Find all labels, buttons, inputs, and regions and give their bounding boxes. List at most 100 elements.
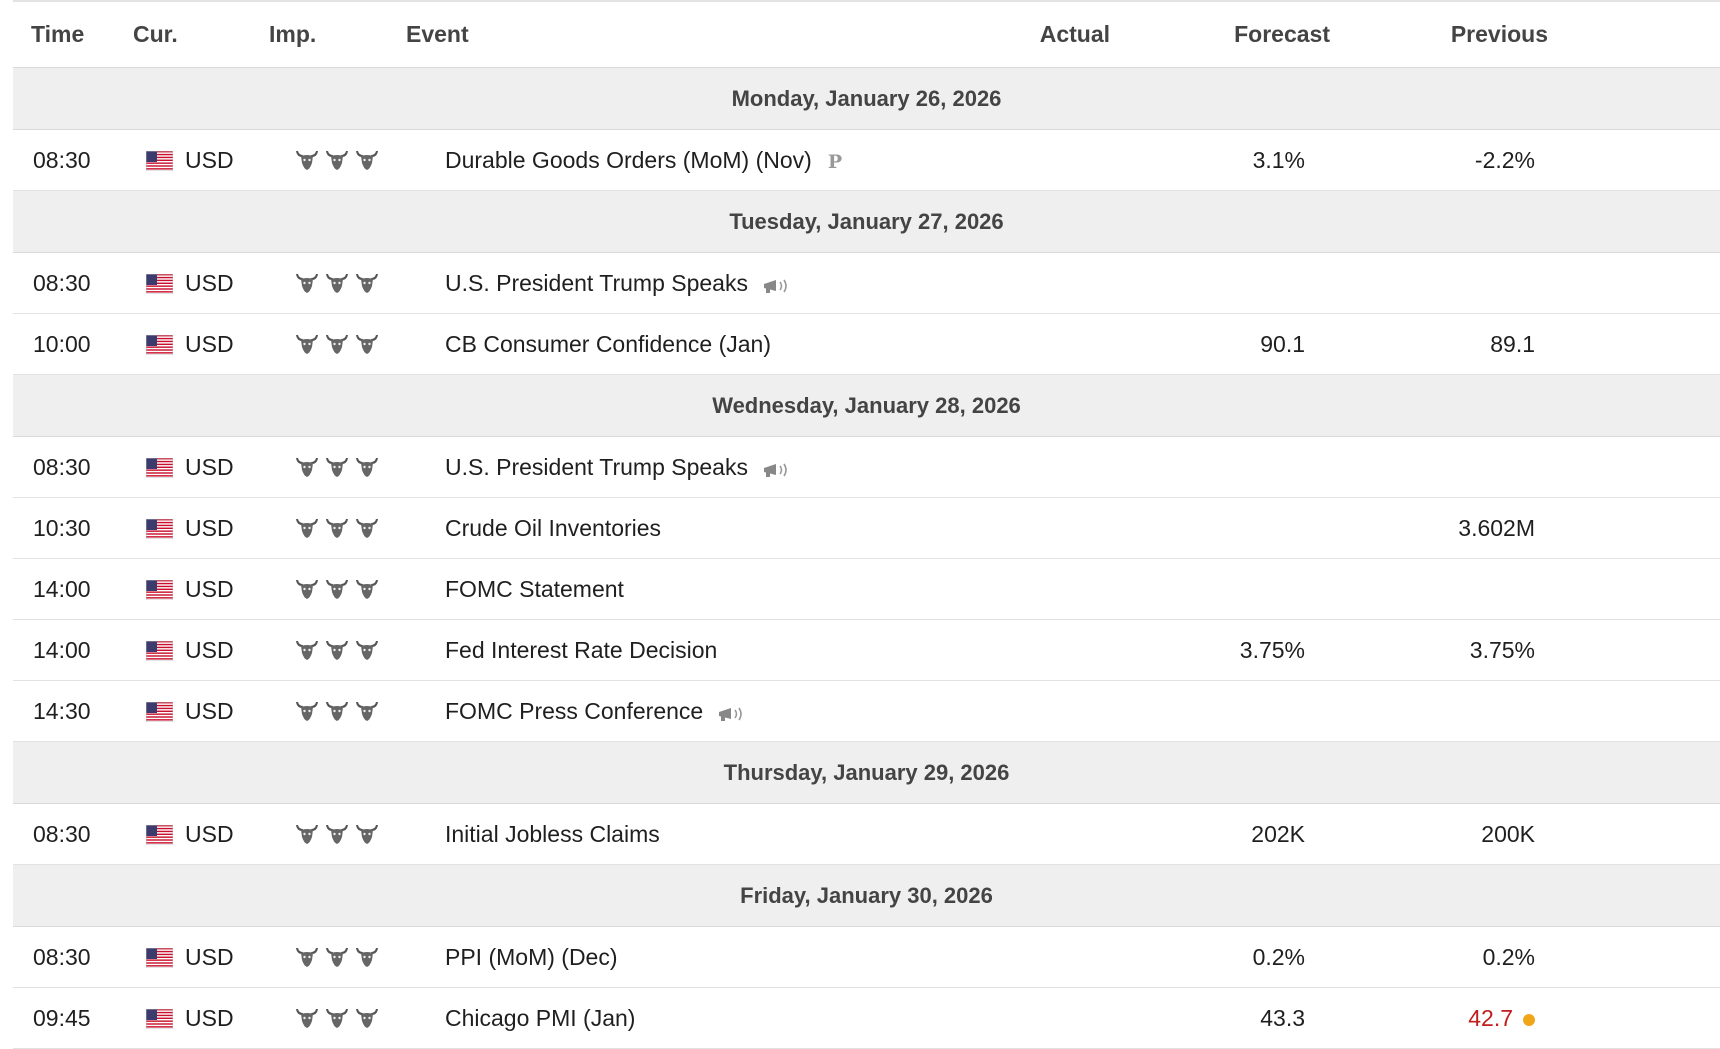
event-name[interactable]: Fed Interest Rate Decision [445, 637, 717, 663]
col-event-header[interactable]: Event [406, 21, 469, 48]
importance-rating [295, 804, 379, 845]
currency-code: USD [185, 944, 234, 970]
event-row[interactable]: 10:30 USD Crude Oil Inventories 3.602M [13, 498, 1720, 559]
col-previous-header[interactable]: Previous [1451, 21, 1548, 48]
event-previous-cell: 3.602M [1458, 498, 1535, 558]
event-name[interactable]: Durable Goods Orders (MoM) (Nov) [445, 147, 812, 173]
currency-code: USD [185, 454, 234, 480]
event-name-cell[interactable]: Chicago PMI (Jan) [445, 988, 635, 1048]
event-row[interactable]: 10:00 USD CB Consumer Confidence (Jan) 9… [13, 314, 1720, 375]
bull-icon [356, 580, 378, 599]
importance-rating [295, 681, 379, 722]
bull-icon [296, 641, 318, 660]
event-name[interactable]: Crude Oil Inventories [445, 515, 661, 541]
event-name[interactable]: Chicago PMI (Jan) [445, 1005, 635, 1031]
event-row[interactable]: 08:30 USD Initial Jobless Claims 202K 20… [13, 804, 1720, 865]
event-previous-cell: 0.2% [1483, 927, 1535, 987]
event-currency: USD [146, 804, 234, 864]
event-name-cell[interactable]: PPI (MoM) (Dec) [445, 927, 618, 987]
event-name[interactable]: FOMC Press Conference [445, 698, 703, 724]
importance-rating [295, 927, 379, 968]
bull-icon [326, 519, 348, 538]
us-flag-icon [146, 580, 173, 600]
bull-icon [296, 274, 318, 293]
col-importance-header[interactable]: Imp. [269, 21, 316, 48]
event-time: 10:00 [33, 331, 91, 357]
event-name-cell[interactable]: U.S. President Trump Speaks [445, 437, 794, 497]
bull-icon [356, 151, 378, 170]
event-row[interactable]: 14:00 USD FOMC Statement [13, 559, 1720, 620]
event-previous-cell: -2.2% [1475, 130, 1535, 190]
day-label: Thursday, January 29, 2026 [723, 760, 1010, 785]
event-time: 08:30 [33, 270, 91, 296]
currency-code: USD [185, 821, 234, 847]
event-name[interactable]: PPI (MoM) (Dec) [445, 944, 618, 970]
event-name[interactable]: U.S. President Trump Speaks [445, 270, 748, 296]
day-header: Friday, January 30, 2026 [13, 865, 1720, 927]
bull-icon [296, 948, 318, 967]
bull-icon [356, 519, 378, 538]
bull-icon [326, 641, 348, 660]
event-forecast: 90.1 [1260, 331, 1305, 357]
bull-icon [356, 1009, 378, 1028]
event-previous-cell: 200K [1481, 804, 1535, 864]
event-currency: USD [146, 620, 234, 680]
event-row[interactable]: 08:30 USD U.S. President Trump Speaks [13, 437, 1720, 498]
bull-icon [356, 458, 378, 477]
bull-icon [356, 641, 378, 660]
event-row[interactable]: 14:30 USD FOMC Press Conference [13, 681, 1720, 742]
us-flag-icon [146, 641, 173, 661]
us-flag-icon [146, 825, 173, 845]
event-name[interactable]: Initial Jobless Claims [445, 821, 660, 847]
day-label: Wednesday, January 28, 2026 [712, 393, 1021, 418]
event-name-cell[interactable]: Fed Interest Rate Decision [445, 620, 717, 680]
event-name-cell[interactable]: Durable Goods Orders (MoM) (Nov) P [445, 130, 842, 192]
event-name-cell[interactable]: FOMC Statement [445, 559, 624, 619]
bull-icon [356, 274, 378, 293]
event-row[interactable]: 08:30 USD PPI (MoM) (Dec) 0.2% 0.2% [13, 927, 1720, 988]
bull-icon [326, 702, 348, 721]
event-time: 10:30 [33, 515, 91, 541]
event-time: 08:30 [33, 821, 91, 847]
importance-rating [295, 498, 379, 539]
currency-code: USD [185, 576, 234, 602]
event-currency: USD [146, 130, 234, 190]
event-name-cell[interactable]: FOMC Press Conference [445, 681, 749, 741]
importance-rating [295, 620, 379, 661]
event-name-cell[interactable]: CB Consumer Confidence (Jan) [445, 314, 771, 374]
event-name-cell[interactable]: Crude Oil Inventories [445, 498, 661, 558]
event-row[interactable]: 08:30 USD U.S. President Trump Speaks [13, 253, 1720, 314]
event-previous: 200K [1481, 821, 1535, 847]
bull-icon [326, 335, 348, 354]
col-currency-header[interactable]: Cur. [133, 21, 178, 48]
col-time-header[interactable]: Time [31, 21, 84, 48]
event-time: 14:00 [33, 637, 91, 663]
currency-code: USD [185, 515, 234, 541]
col-actual-header[interactable]: Actual [1040, 21, 1110, 48]
bull-icon [296, 702, 318, 721]
us-flag-icon [146, 335, 173, 355]
col-forecast-header[interactable]: Forecast [1234, 21, 1330, 48]
bull-icon [296, 1009, 318, 1028]
event-row[interactable]: 08:30 USD Durable Goods Orders (MoM) (No… [13, 130, 1720, 191]
event-time: 09:45 [33, 1005, 91, 1031]
event-forecast: 3.75% [1239, 637, 1305, 663]
day-header: Wednesday, January 28, 2026 [13, 375, 1720, 437]
event-currency: USD [146, 681, 234, 741]
bull-icon [356, 948, 378, 967]
event-name[interactable]: CB Consumer Confidence (Jan) [445, 331, 771, 357]
event-name-cell[interactable]: Initial Jobless Claims [445, 804, 660, 864]
us-flag-icon [146, 948, 173, 968]
importance-rating [295, 988, 379, 1029]
bull-icon [296, 458, 318, 477]
revised-dot-icon [1523, 1014, 1535, 1026]
event-previous: 0.2% [1482, 944, 1535, 970]
event-name[interactable]: FOMC Statement [445, 576, 624, 602]
event-time: 14:00 [33, 576, 91, 602]
event-time: 08:30 [33, 454, 91, 480]
event-name[interactable]: U.S. President Trump Speaks [445, 454, 748, 480]
event-previous: 3.75% [1469, 637, 1535, 663]
event-row[interactable]: 14:00 USD Fed Interest Rate Decision 3.7… [13, 620, 1720, 681]
day-header: Tuesday, January 27, 2026 [13, 191, 1720, 253]
event-name-cell[interactable]: U.S. President Trump Speaks [445, 253, 794, 313]
